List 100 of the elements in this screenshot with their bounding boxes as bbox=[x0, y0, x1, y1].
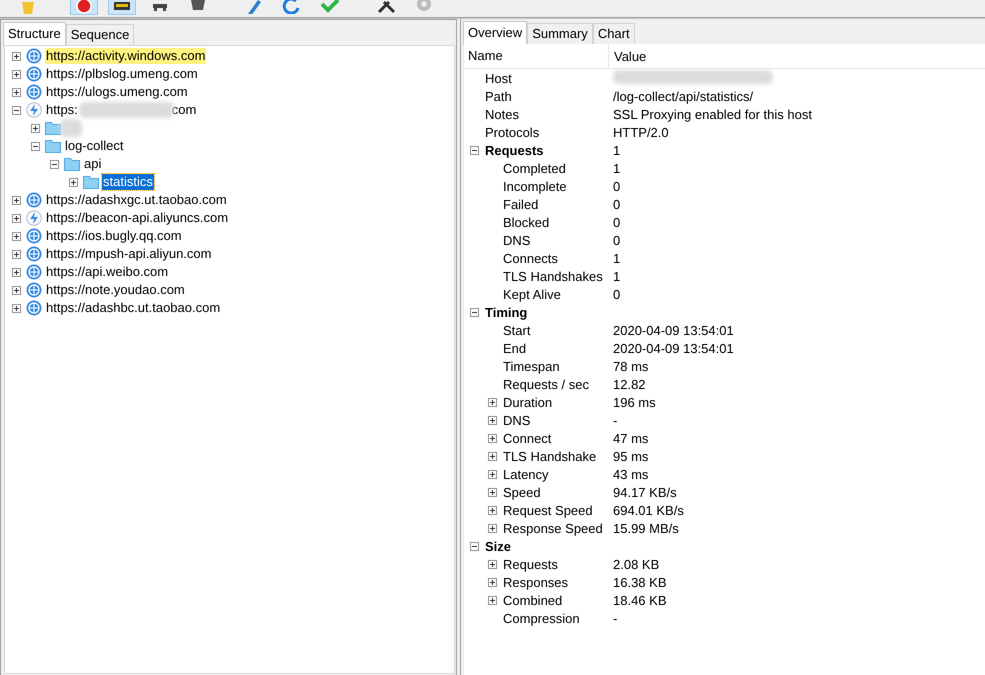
tab[interactable]: Sequence bbox=[66, 24, 134, 45]
toolbar-button[interactable] bbox=[108, 0, 136, 15]
property-value: 95 ms bbox=[613, 448, 648, 464]
expand-icon[interactable] bbox=[488, 398, 497, 406]
property-value: 78 ms bbox=[613, 358, 648, 374]
property-name: DNS bbox=[503, 412, 530, 428]
property-name: Requests / sec bbox=[503, 376, 589, 392]
expand-icon[interactable] bbox=[488, 488, 497, 496]
expand-icon[interactable] bbox=[12, 268, 21, 276]
collapse-icon[interactable] bbox=[50, 160, 59, 168]
toolbar-button[interactable] bbox=[70, 0, 98, 15]
tab[interactable]: Chart bbox=[592, 23, 635, 44]
tree-item[interactable]: https://beacon-api.aliyuncs.com bbox=[45, 210, 230, 226]
property-name: Connect bbox=[503, 430, 552, 446]
tree-item[interactable]: https://adashbc.ut.taobao.com bbox=[45, 300, 222, 316]
expand-icon[interactable] bbox=[12, 52, 21, 60]
property-name: Responses bbox=[503, 574, 568, 590]
expand-icon[interactable] bbox=[488, 416, 497, 424]
expand-icon[interactable] bbox=[488, 560, 497, 568]
expand-icon[interactable] bbox=[488, 452, 497, 460]
tab[interactable]: Summary bbox=[527, 23, 593, 44]
property-name: TLS Handshake bbox=[503, 448, 596, 464]
expand-icon[interactable] bbox=[12, 232, 21, 240]
globe-icon bbox=[26, 192, 42, 208]
property-name: Notes bbox=[485, 106, 519, 122]
record-icon bbox=[74, 0, 94, 14]
property-value: 2.08 KB bbox=[613, 556, 660, 572]
property-name: End bbox=[503, 340, 526, 356]
expand-icon[interactable] bbox=[488, 524, 497, 532]
tree-item[interactable]: https://api.weibo.com bbox=[45, 264, 170, 280]
expand-icon[interactable] bbox=[12, 250, 21, 258]
tree-item[interactable]: https://adashxgc.ut.taobao.com bbox=[45, 192, 228, 208]
expand-icon[interactable] bbox=[488, 578, 497, 586]
expand-icon[interactable] bbox=[12, 304, 21, 312]
property-name: Timespan bbox=[503, 358, 560, 374]
expand-icon[interactable] bbox=[488, 596, 497, 604]
folder-icon bbox=[45, 138, 61, 154]
expand-icon[interactable] bbox=[488, 506, 497, 514]
tree-item[interactable]: log-collect bbox=[64, 138, 125, 154]
property-value: 0 bbox=[613, 214, 620, 230]
tree-item[interactable]: https://plbslog.umeng.com bbox=[45, 66, 199, 82]
globe-icon bbox=[26, 228, 42, 244]
tree-item[interactable]: api bbox=[83, 156, 102, 172]
property-value: 12.82 bbox=[613, 376, 646, 392]
column-header[interactable]: Name bbox=[464, 44, 609, 68]
property-name: Speed bbox=[503, 484, 541, 500]
property-name: Latency bbox=[503, 466, 549, 482]
property-value: 94.17 KB/s bbox=[613, 484, 677, 500]
property-value: 0 bbox=[613, 232, 620, 248]
property-name: Path bbox=[485, 88, 512, 104]
globe-icon bbox=[26, 246, 42, 262]
property-value: 18.46 KB bbox=[613, 592, 666, 608]
tree-item[interactable]: https: bbox=[45, 102, 79, 118]
expand-icon[interactable] bbox=[31, 124, 40, 132]
tab[interactable]: Overview bbox=[463, 21, 528, 45]
property-value: 15.99 MB/s bbox=[613, 520, 679, 536]
expand-icon[interactable] bbox=[12, 70, 21, 78]
globe-icon bbox=[26, 300, 42, 316]
property-name: Size bbox=[485, 538, 512, 554]
collapse-icon[interactable] bbox=[470, 146, 479, 154]
expand-icon[interactable] bbox=[12, 214, 21, 222]
lightning-icon bbox=[26, 210, 42, 226]
tree-item[interactable]: https://mpush-api.aliyun.com bbox=[45, 246, 212, 262]
property-name: Combined bbox=[503, 592, 562, 608]
property-value: 694.01 KB/s bbox=[613, 502, 684, 518]
property-name: Incomplete bbox=[503, 178, 567, 194]
property-name: Request Speed bbox=[503, 502, 593, 518]
tree-item[interactable]: https://activity.windows.com bbox=[45, 48, 206, 64]
expand-icon[interactable] bbox=[12, 88, 21, 96]
property-value: 1 bbox=[613, 268, 620, 284]
tree-item[interactable]: https://ulogs.umeng.com bbox=[45, 84, 189, 100]
expand-icon[interactable] bbox=[488, 470, 497, 478]
tree-item[interactable]: com bbox=[170, 102, 198, 118]
property-value: 47 ms bbox=[613, 430, 648, 446]
globe-icon bbox=[26, 264, 42, 280]
collapse-icon[interactable] bbox=[470, 542, 479, 550]
property-name: Duration bbox=[503, 394, 552, 410]
expand-icon[interactable] bbox=[12, 286, 21, 294]
tree-item[interactable]: https://note.youdao.com bbox=[45, 282, 186, 298]
collapse-icon[interactable] bbox=[470, 308, 479, 316]
expand-icon[interactable] bbox=[488, 434, 497, 442]
property-name: Completed bbox=[503, 160, 566, 176]
tree-item[interactable]: https://ios.bugly.qq.com bbox=[45, 228, 183, 244]
column-header[interactable]: Value bbox=[609, 48, 646, 64]
property-value: SSL Proxying enabled for this host bbox=[613, 106, 812, 122]
tab[interactable]: Structure bbox=[3, 22, 66, 46]
property-name: Requests bbox=[485, 142, 544, 158]
property-value: - bbox=[613, 412, 618, 428]
collapse-icon[interactable] bbox=[12, 106, 21, 114]
property-value: /log-collect/api/statistics/ bbox=[613, 88, 754, 104]
property-value: 0 bbox=[613, 286, 620, 302]
collapse-icon[interactable] bbox=[31, 142, 40, 150]
globe-icon bbox=[26, 48, 42, 64]
property-name: Protocols bbox=[485, 124, 540, 140]
property-value: 16.38 KB bbox=[613, 574, 666, 590]
property-name: TLS Handshakes bbox=[503, 268, 603, 284]
tree-item[interactable]: statistics bbox=[102, 174, 154, 190]
expand-icon[interactable] bbox=[69, 178, 78, 186]
property-value: 1 bbox=[613, 142, 620, 158]
expand-icon[interactable] bbox=[12, 196, 21, 204]
